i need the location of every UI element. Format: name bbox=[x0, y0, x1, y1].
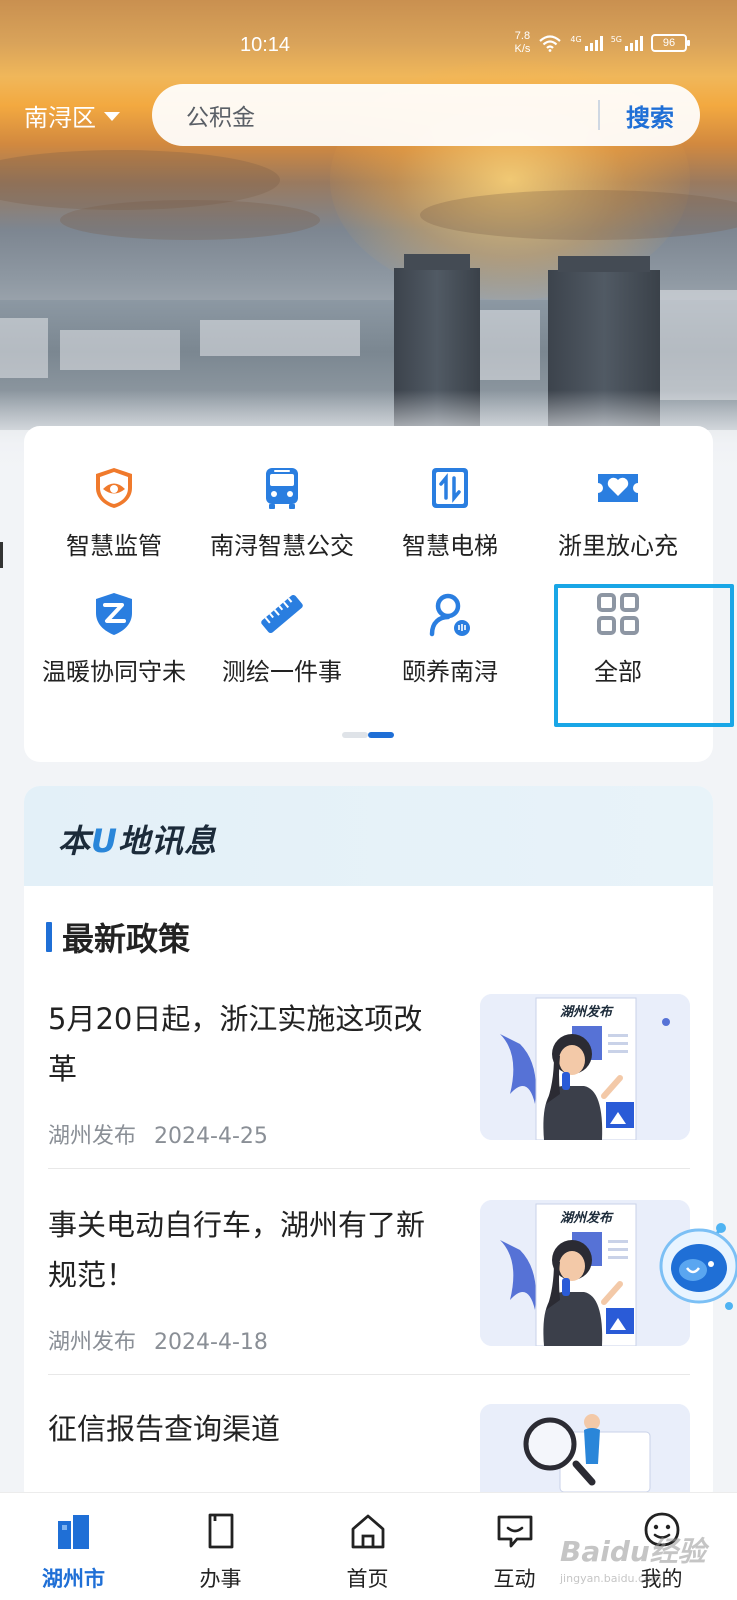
service-minor-protection[interactable]: 温暖协同守未 bbox=[28, 590, 200, 720]
bus-icon bbox=[266, 468, 298, 509]
thumb-caption: 湖州发布 bbox=[560, 1210, 614, 1226]
section-title-text: 最新政策 bbox=[62, 920, 191, 958]
building bbox=[60, 330, 180, 370]
news-title: 征信报告查询渠道 bbox=[48, 1412, 281, 1446]
reporter-illustration: 湖州发布 bbox=[480, 994, 690, 1140]
signal-4g-label: 4G bbox=[570, 35, 582, 44]
shield-z-icon bbox=[96, 593, 132, 635]
service-zheli-charge[interactable]: 浙里放心充 bbox=[532, 464, 704, 594]
watermark-main: Baidu经验 bbox=[560, 1535, 706, 1568]
net-speed-value: 7.8 bbox=[514, 30, 531, 42]
search-bar[interactable]: 公积金 搜索 bbox=[152, 84, 700, 146]
local-news-card: 本U地讯息 最新政策 5月20日起，浙江实施这项改革 湖州发布 2024-4-25… bbox=[24, 786, 713, 1506]
tab-label: 办事 bbox=[199, 1567, 242, 1591]
net-speed: 7.8 K/s bbox=[515, 30, 531, 56]
news-meta: 湖州发布 2024-4-25 bbox=[48, 1118, 268, 1150]
news-source: 湖州发布 bbox=[48, 1330, 137, 1355]
news-item[interactable]: 事关电动自行车，湖州有了新规范！ 湖州发布 2024-4-18 湖州发布 bbox=[48, 1200, 690, 1380]
status-time: 10:14 bbox=[240, 34, 291, 56]
news-date: 2024-4-18 bbox=[154, 1330, 268, 1355]
net-speed-unit: K/s bbox=[514, 43, 531, 55]
person-care-icon bbox=[429, 593, 470, 637]
logo-text-u: U bbox=[91, 822, 118, 860]
document-icon bbox=[208, 1513, 233, 1549]
service-surveying[interactable]: 测绘一件事 bbox=[196, 590, 368, 720]
status-icons: 7.8 K/s 4G 5G 96 bbox=[515, 30, 690, 56]
highlight-box bbox=[554, 584, 734, 727]
signal-5g-icon: 5G bbox=[611, 35, 643, 51]
ruler-icon bbox=[261, 594, 303, 634]
local-news-header: 本U地讯息 bbox=[24, 786, 713, 886]
service-smart-bus[interactable]: 南浔智慧公交 bbox=[196, 464, 368, 594]
news-meta: 湖州发布 2024-4-18 bbox=[48, 1324, 268, 1356]
service-smart-supervision[interactable]: 智慧监管 bbox=[28, 464, 200, 594]
home-icon bbox=[351, 1514, 384, 1549]
assistant-robot-icon[interactable] bbox=[655, 1218, 737, 1314]
watermark-sub: jingyan.baidu.com bbox=[560, 1572, 662, 1585]
tab-label: 湖州市 bbox=[42, 1567, 105, 1591]
shield-eye-icon bbox=[96, 468, 132, 508]
elevator-icon bbox=[432, 468, 468, 508]
news-source: 湖州发布 bbox=[48, 1124, 137, 1149]
pager-dot[interactable] bbox=[342, 732, 368, 738]
ticket-heart-icon bbox=[598, 474, 638, 502]
baidu-watermark: Baidu经验 jingyan.baidu.com bbox=[560, 1530, 706, 1585]
magnifier-illustration bbox=[480, 1404, 690, 1506]
service-label: 浙里放心充 bbox=[558, 532, 678, 560]
signal-4g-icon: 4G bbox=[570, 35, 603, 51]
building bbox=[0, 318, 48, 378]
pager-dot-active[interactable] bbox=[368, 732, 394, 738]
district-label: 南浔区 bbox=[24, 104, 96, 132]
news-separator bbox=[48, 1168, 690, 1169]
chat-icon bbox=[497, 1515, 532, 1548]
city-icon bbox=[57, 1515, 89, 1549]
news-item[interactable]: 5月20日起，浙江实施这项改革 湖州发布 2024-4-25 湖州发布 bbox=[48, 994, 690, 1174]
cloud bbox=[60, 200, 320, 240]
news-title: 事关电动自行车，湖州有了新规范！ bbox=[48, 1208, 426, 1292]
search-input[interactable]: 公积金 bbox=[186, 98, 598, 132]
service-elderly-care[interactable]: 颐养南浔 bbox=[364, 590, 536, 720]
service-smart-elevator[interactable]: 智慧电梯 bbox=[364, 464, 536, 594]
news-item[interactable]: 征信报告查询渠道 bbox=[48, 1404, 690, 1506]
search-button[interactable]: 搜索 bbox=[600, 98, 700, 133]
signal-5g-label: 5G bbox=[610, 35, 622, 44]
cut-off-item-marker bbox=[0, 542, 3, 568]
battery-icon: 96 bbox=[651, 34, 690, 52]
news-thumbnail bbox=[480, 1404, 690, 1506]
news-title: 5月20日起，浙江实施这项改革 bbox=[48, 1002, 423, 1086]
local-news-logo: 本U地讯息 bbox=[58, 816, 217, 862]
caret-down-icon bbox=[104, 112, 120, 121]
news-thumbnail: 湖州发布 bbox=[480, 994, 690, 1140]
tab-home[interactable]: 首页 bbox=[294, 1493, 441, 1600]
logo-text-a: 本 bbox=[58, 822, 92, 860]
tab-label: 首页 bbox=[346, 1567, 389, 1591]
carousel-pager[interactable] bbox=[342, 732, 394, 738]
building bbox=[480, 310, 540, 380]
latest-policy-title: 最新政策 bbox=[46, 914, 190, 960]
district-selector[interactable]: 南浔区 bbox=[24, 98, 120, 133]
title-accent-bar bbox=[46, 922, 52, 952]
tab-services[interactable]: 办事 bbox=[147, 1493, 294, 1600]
news-separator bbox=[48, 1374, 690, 1375]
wifi-icon bbox=[539, 35, 562, 52]
building bbox=[650, 290, 737, 400]
tab-huzhou[interactable]: 湖州市 bbox=[0, 1493, 147, 1600]
building bbox=[200, 320, 360, 356]
thumb-caption: 湖州发布 bbox=[560, 1004, 614, 1020]
hero-banner bbox=[0, 0, 737, 480]
news-date: 2024-4-25 bbox=[154, 1124, 268, 1149]
logo-text-b: 地讯息 bbox=[118, 822, 218, 860]
